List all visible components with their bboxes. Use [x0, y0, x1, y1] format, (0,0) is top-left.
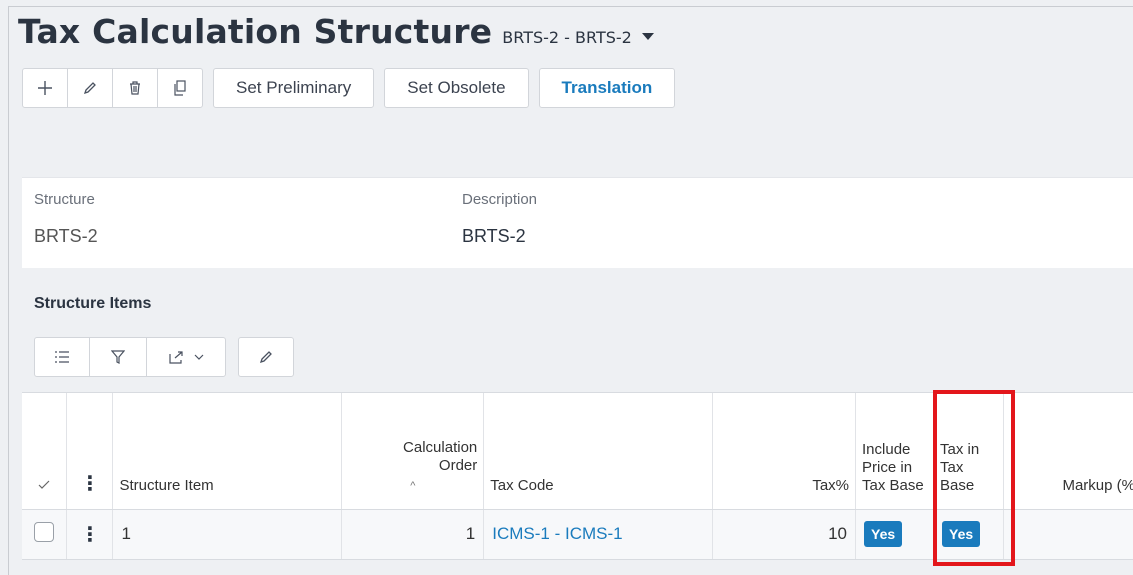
col-tax-pct[interactable]: Tax% [712, 393, 857, 510]
col-include-price[interactable]: Include Price in Tax Base [855, 393, 934, 510]
structure-value: BRTS-2 [34, 226, 98, 246]
structure-label: Structure [34, 191, 95, 208]
grid-toolbar [34, 337, 294, 377]
copy-icon [174, 80, 186, 96]
select-all-header[interactable] [22, 393, 68, 510]
more-vertical-icon: ⋮ [79, 523, 100, 546]
edit-button[interactable] [67, 68, 113, 108]
page-title: Tax Calculation Structure [18, 12, 493, 51]
record-selector-label[interactable]: BRTS-2 - BRTS-2 [502, 28, 632, 47]
check-icon [38, 480, 50, 489]
command-bar: Set Preliminary Set Obsolete Translation [22, 68, 676, 108]
filter-button[interactable] [89, 337, 147, 377]
pencil-icon [83, 82, 96, 95]
delete-button[interactable] [112, 68, 158, 108]
cell-tax-code-link[interactable]: ICMS-1 - ICMS-1 [483, 509, 714, 560]
description-label: Description [462, 191, 538, 208]
list-icon [55, 351, 69, 363]
section-title: Structure Items [34, 295, 152, 312]
new-button[interactable] [22, 68, 68, 108]
col-tax-code[interactable]: Tax Code [483, 393, 714, 510]
details-card: Structure BRTS-2 Description BRTS-2 [22, 130, 1133, 268]
description-value: BRTS-2 [462, 226, 526, 246]
row-checkbox[interactable] [34, 521, 55, 542]
duplicate-button[interactable] [157, 68, 203, 108]
trash-icon [130, 81, 140, 95]
filter-icon [111, 350, 125, 364]
cell-calculation-order: 1 [341, 509, 485, 560]
more-vertical-icon: ⋮ [79, 472, 100, 495]
row-menu-header[interactable]: ⋮ [66, 393, 114, 510]
col-markup[interactable]: Markup (% [1003, 393, 1133, 510]
calc-order-line2: Order [438, 456, 478, 474]
highlight-box [933, 390, 1015, 566]
cell-include-price: Yes [855, 509, 934, 560]
export-icon [168, 351, 183, 364]
export-button[interactable] [146, 337, 226, 377]
cell-structure-item: 1 [112, 509, 343, 560]
title-row: Tax Calculation Structure BRTS-2 - BRTS-… [18, 12, 654, 56]
cell-tax-pct: 10 [712, 509, 857, 560]
chevron-down-icon[interactable] [641, 33, 654, 40]
sort-ascending-icon: ^ [410, 479, 416, 492]
calc-order-line1: Calculation [403, 438, 478, 456]
column-chooser-button[interactable] [34, 337, 90, 377]
include-price-badge: Yes [864, 521, 903, 547]
set-preliminary-button[interactable]: Set Preliminary [213, 68, 375, 108]
row-menu-cell[interactable]: ⋮ [66, 509, 114, 560]
grid-edit-button[interactable] [238, 337, 294, 377]
col-calculation-order[interactable]: Calculation Order ^ [341, 393, 485, 510]
edit-tool-group [238, 337, 294, 377]
plus-icon [38, 81, 52, 95]
grid-tool-group [34, 337, 226, 377]
col-structure-item[interactable]: Structure Item [112, 393, 343, 510]
crud-button-group [22, 68, 203, 108]
pencil-icon [259, 351, 272, 364]
cell-markup [1003, 509, 1133, 560]
details-card-band [22, 130, 1133, 178]
set-obsolete-button[interactable]: Set Obsolete [384, 68, 529, 108]
row-select-cell [22, 509, 68, 560]
translation-button[interactable]: Translation [538, 68, 676, 108]
chevron-down-icon [194, 354, 203, 360]
